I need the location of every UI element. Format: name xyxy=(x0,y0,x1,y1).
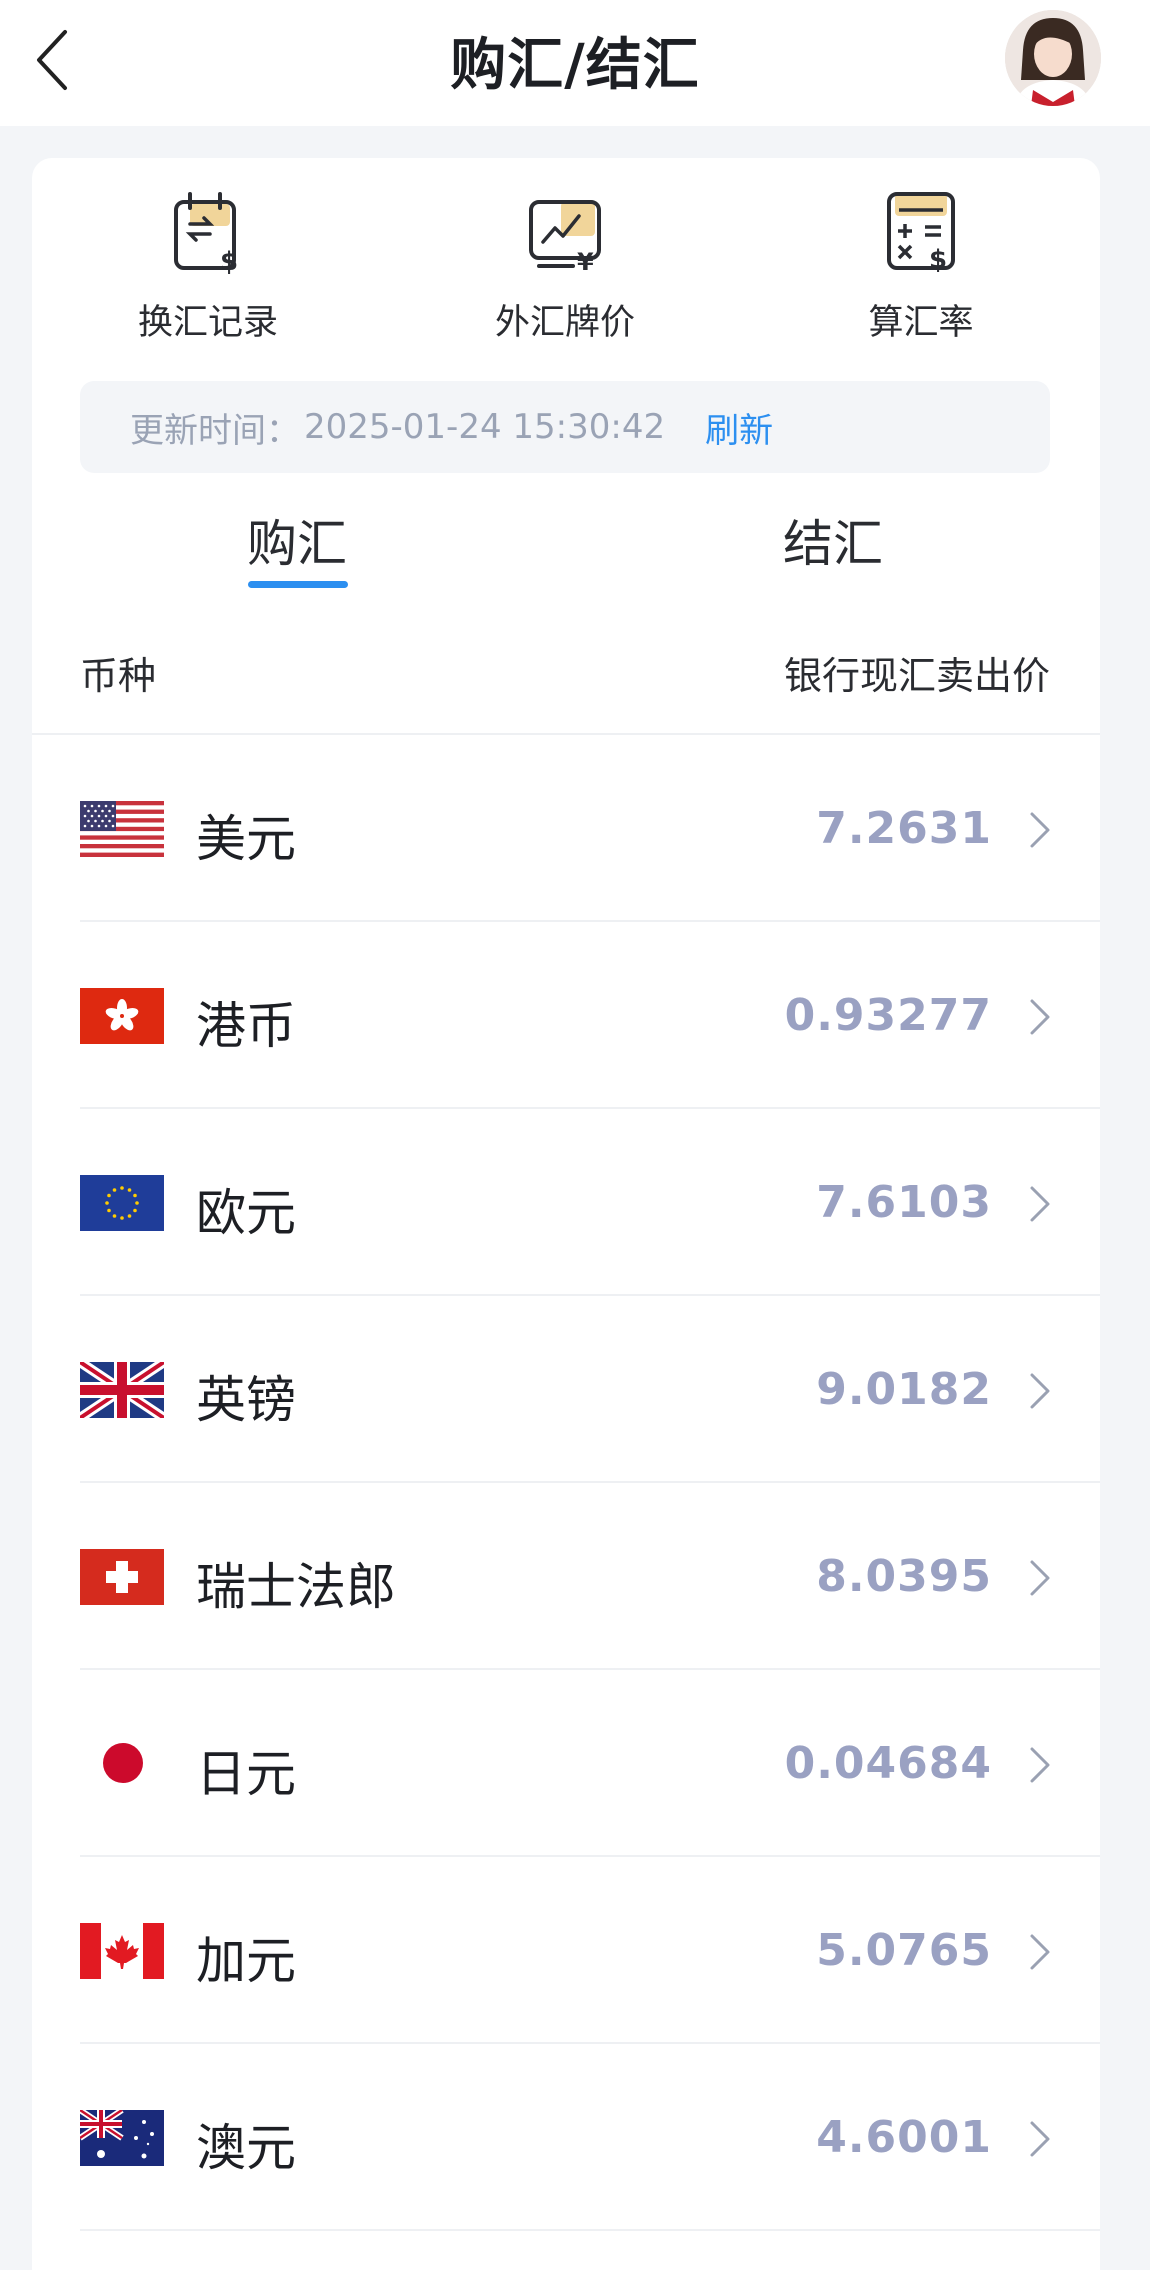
currency-name: 欧元 xyxy=(196,1184,296,1242)
currency-name: 美元 xyxy=(196,810,296,868)
calculator-icon: $ xyxy=(887,192,955,275)
currency-rate: 0.93277 xyxy=(784,990,992,1041)
uk-flag-icon xyxy=(80,1362,164,1418)
au-flag-icon xyxy=(80,2110,164,2166)
column-header-rate: 银行现汇卖出价 xyxy=(783,654,1050,698)
currency-row-gbp[interactable]: 英镑 9.0182 xyxy=(32,1296,1100,1483)
currency-row-jpy[interactable]: 日元 0.04684 xyxy=(32,1670,1100,1857)
currency-rate: 7.2631 xyxy=(816,803,992,854)
active-tab-indicator xyxy=(248,581,348,588)
exchange-record-icon: $ xyxy=(174,192,238,276)
currency-name: 港币 xyxy=(196,997,296,1055)
fx-quote-icon: ¥ xyxy=(529,200,601,276)
currency-row-cad[interactable]: 加元 5.0765 xyxy=(32,1857,1100,2044)
currency-rate: 9.0182 xyxy=(816,1364,992,1415)
jp-flag-icon xyxy=(103,1743,143,1783)
chevron-right-icon xyxy=(1030,1186,1050,1222)
column-header-currency: 币种 xyxy=(80,654,157,698)
row-divider xyxy=(80,2229,1100,2231)
top-bar: 购汇/结汇 xyxy=(0,0,1150,126)
currency-row-hkd[interactable]: 港币 0.93277 xyxy=(32,922,1100,1109)
assistant-avatar-icon xyxy=(1005,10,1101,106)
chevron-right-icon xyxy=(1030,1373,1050,1409)
svg-text:$: $ xyxy=(929,245,947,275)
tab-sell[interactable]: 结汇 xyxy=(783,504,883,594)
calculator-label: 算汇率 xyxy=(868,303,974,343)
currency-name: 瑞士法郎 xyxy=(196,1558,396,1616)
ch-flag-icon xyxy=(80,1549,164,1605)
ca-flag-icon xyxy=(80,1923,164,1979)
chevron-right-icon xyxy=(1030,1934,1050,1970)
currency-rate: 0.04684 xyxy=(784,1738,992,1789)
chevron-right-icon xyxy=(1030,999,1050,1035)
us-flag-icon xyxy=(80,801,164,857)
currency-row-eur[interactable]: 欧元 7.6103 xyxy=(32,1109,1100,1296)
eu-flag-icon xyxy=(80,1175,164,1231)
currency-rate: 4.6001 xyxy=(816,2112,992,2163)
currency-row-chf[interactable]: 瑞士法郎 8.0395 xyxy=(32,1483,1100,1670)
page-title: 购汇/结汇 xyxy=(450,33,700,98)
calculator-entry[interactable]: $ 算汇率 xyxy=(801,190,1041,370)
hk-flag-icon xyxy=(80,988,164,1044)
update-time-value: 2025-01-24 15:30:42 xyxy=(304,407,666,447)
chevron-right-icon xyxy=(1030,2121,1050,2157)
fx-quote-label: 外汇牌价 xyxy=(494,303,635,343)
exchange-record-entry[interactable]: $ 换汇记录 xyxy=(88,190,328,370)
currency-rate: 5.0765 xyxy=(816,1925,992,1976)
svg-text:¥: ¥ xyxy=(577,248,594,276)
exchange-record-label: 换汇记录 xyxy=(137,303,278,343)
currency-row-aud[interactable]: 澳元 4.6001 xyxy=(32,2044,1100,2231)
currency-name: 澳元 xyxy=(196,2119,296,2177)
refresh-button[interactable]: 刷新 xyxy=(705,403,773,452)
currency-name: 英镑 xyxy=(196,1371,296,1429)
currency-name: 加元 xyxy=(196,1932,296,1990)
update-bar: 更新时间： 2025-01-24 15:30:42 刷新 xyxy=(80,381,1050,473)
svg-text:$: $ xyxy=(220,247,238,276)
currency-rate: 7.6103 xyxy=(816,1177,992,1228)
currency-rate: 8.0395 xyxy=(816,1551,992,1602)
update-time-label: 更新时间： xyxy=(130,410,300,451)
fx-quote-entry[interactable]: ¥ 外汇牌价 xyxy=(445,190,685,370)
avatar[interactable] xyxy=(1005,10,1101,106)
chevron-right-icon xyxy=(1030,1747,1050,1783)
currency-row-usd[interactable]: 美元 7.2631 xyxy=(32,735,1100,922)
currency-name: 日元 xyxy=(196,1745,296,1803)
chevron-right-icon xyxy=(1030,812,1050,848)
chevron-right-icon xyxy=(1030,1560,1050,1596)
